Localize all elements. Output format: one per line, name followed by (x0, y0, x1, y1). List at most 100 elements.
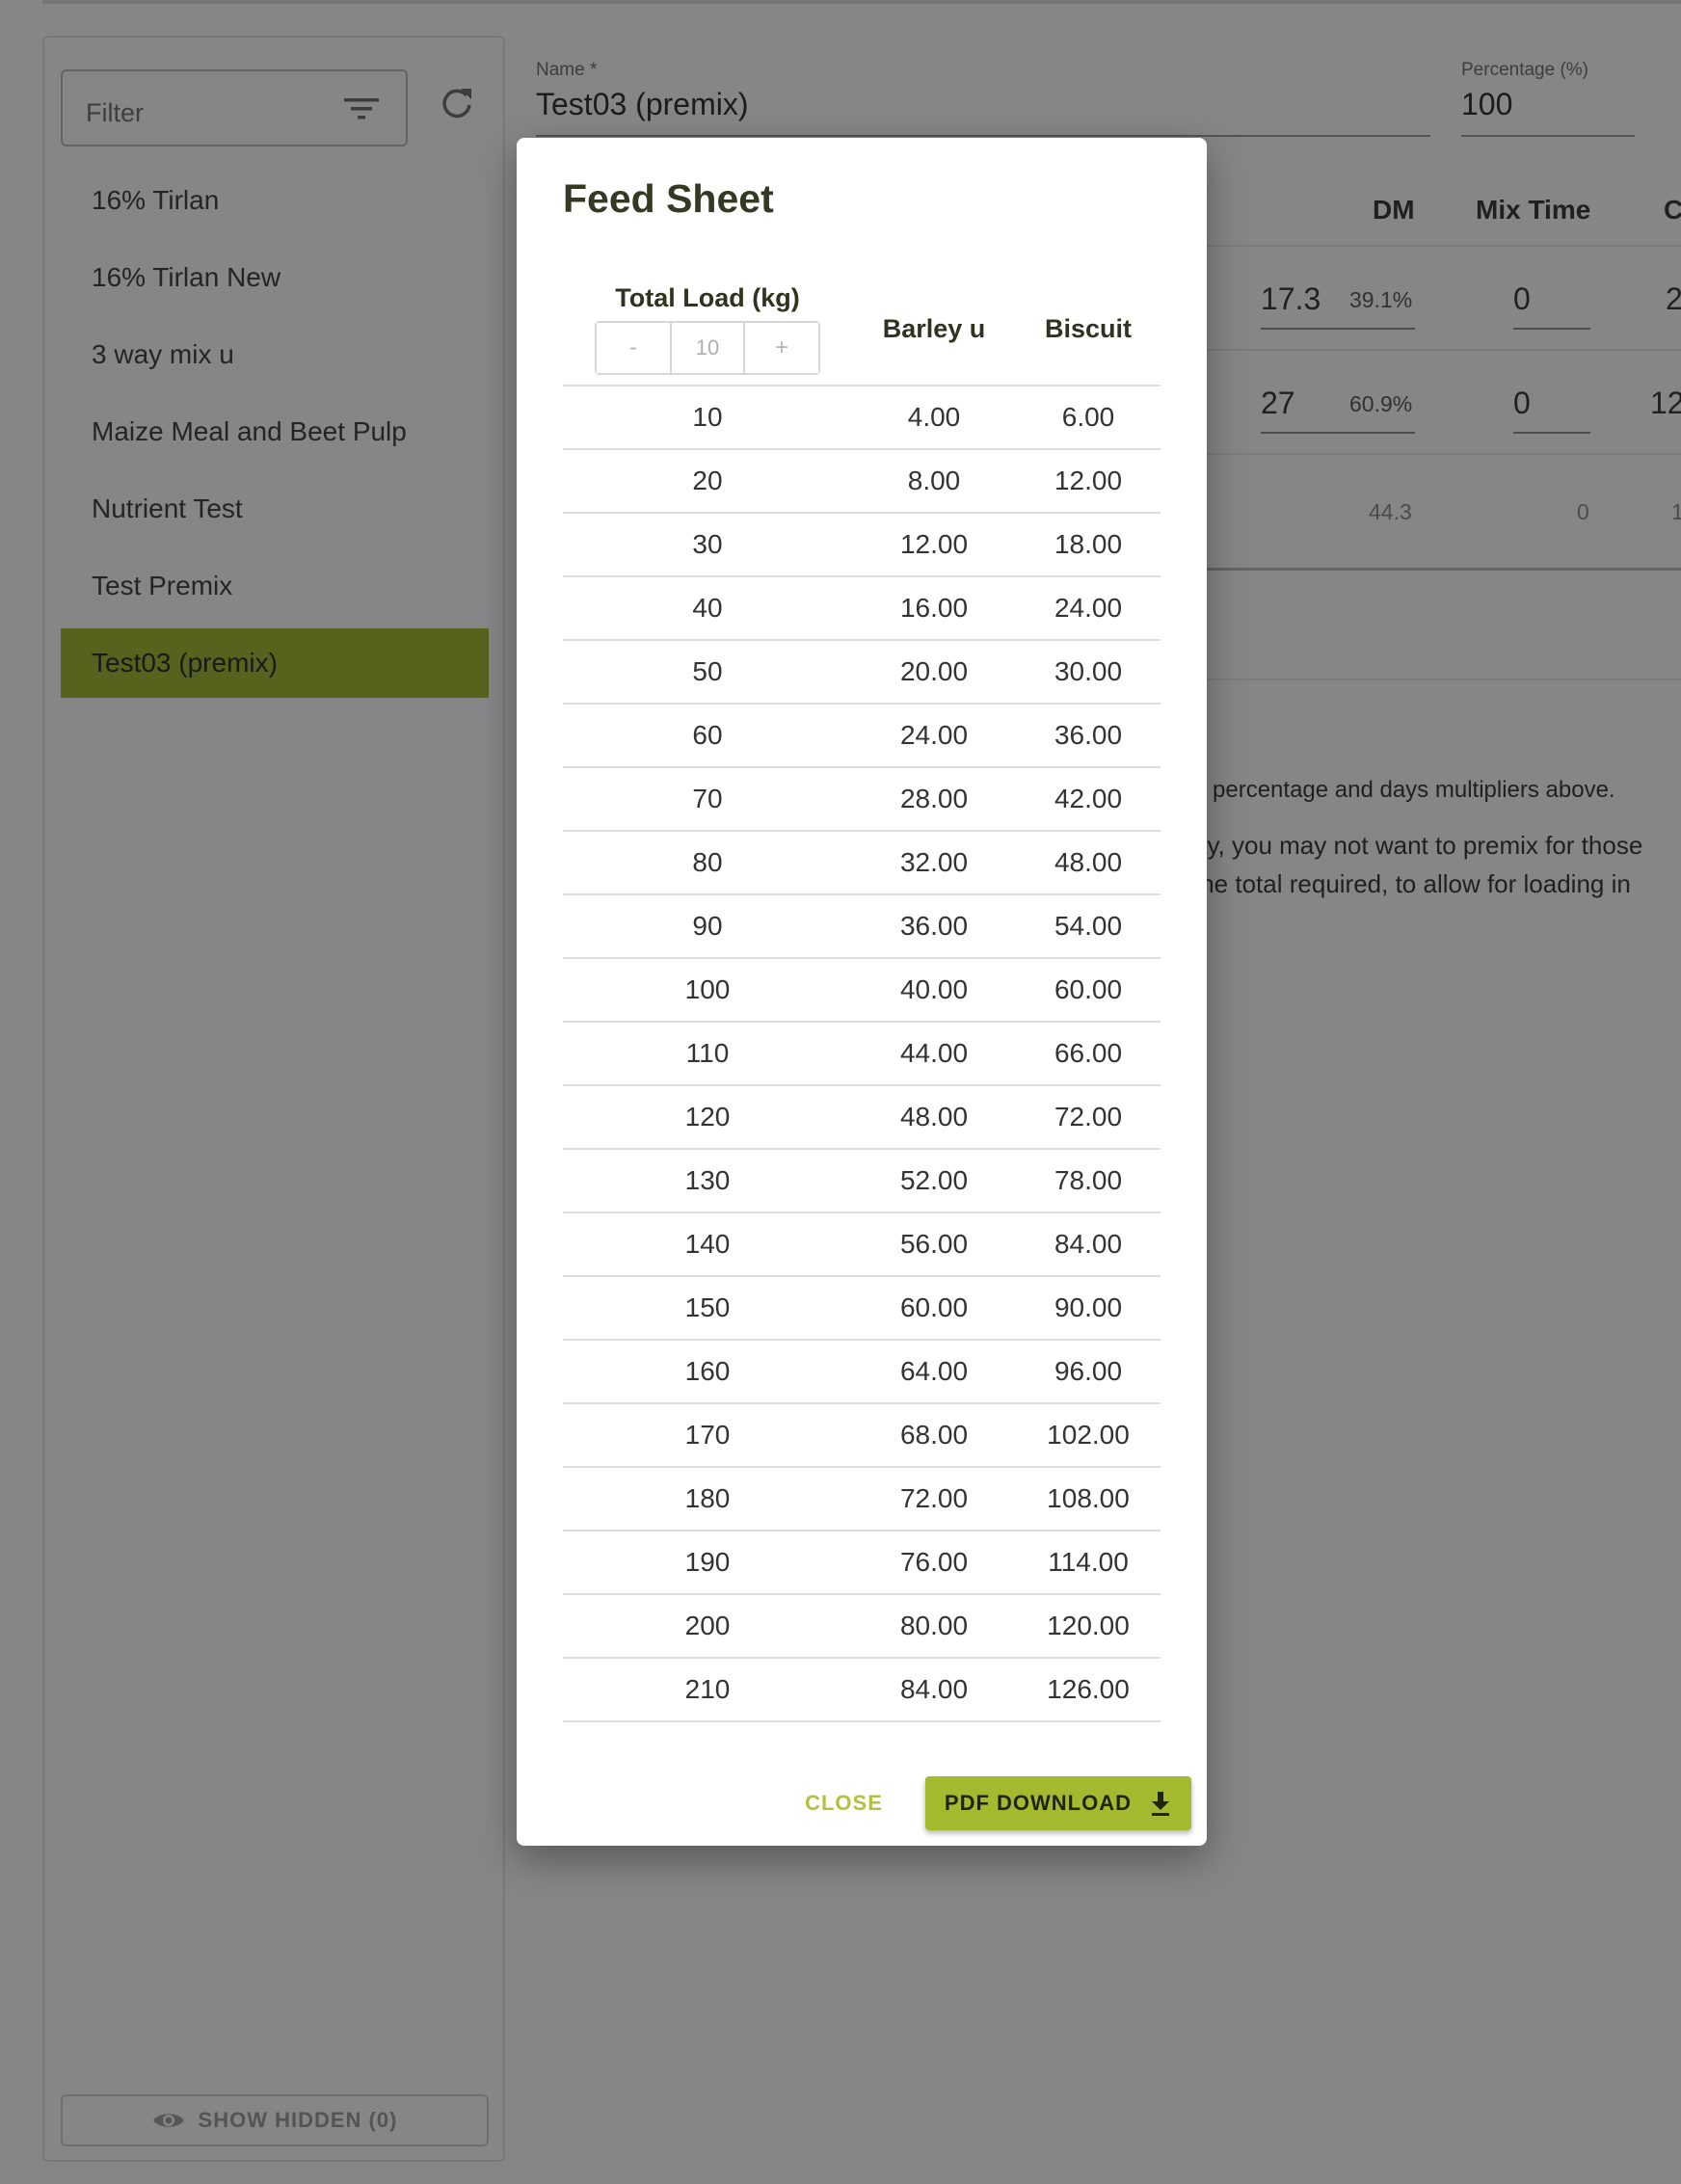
biscuit-cell: 90.00 (1016, 1276, 1161, 1341)
total-load-cell: 30 (563, 513, 852, 577)
table-row: 50 20.00 30.00 (563, 640, 1161, 705)
close-button[interactable]: CLOSE (805, 1791, 883, 1816)
barley-cell: 64.00 (852, 1340, 1016, 1404)
dialog-actions: CLOSE PDF DOWNLOAD (805, 1776, 1191, 1830)
barley-cell: 16.00 (852, 576, 1016, 641)
total-load-cell: 200 (563, 1594, 852, 1659)
barley-cell: 44.00 (852, 1022, 1016, 1086)
biscuit-cell: 78.00 (1016, 1149, 1161, 1213)
barley-cell: 20.00 (852, 640, 1016, 705)
dialog-title: Feed Sheet (563, 176, 774, 221)
total-load-cell: 110 (563, 1022, 852, 1086)
biscuit-cell: 120.00 (1016, 1594, 1161, 1659)
barley-cell: 56.00 (852, 1212, 1016, 1277)
table-row: 100 40.00 60.00 (563, 958, 1161, 1023)
table-row: 160 64.00 96.00 (563, 1340, 1161, 1404)
total-load-cell: 20 (563, 449, 852, 514)
biscuit-cell: 36.00 (1016, 704, 1161, 768)
biscuit-cell: 126.00 (1016, 1658, 1161, 1722)
biscuit-cell: 108.00 (1016, 1467, 1161, 1531)
download-icon (1152, 1792, 1169, 1816)
table-row: 190 76.00 114.00 (563, 1531, 1161, 1595)
table-row: 170 68.00 102.00 (563, 1403, 1161, 1468)
table-row: 150 60.00 90.00 (563, 1276, 1161, 1341)
total-load-cell: 90 (563, 894, 852, 959)
total-load-cell: 130 (563, 1149, 852, 1213)
biscuit-header: Biscuit (1016, 273, 1161, 386)
table-row: 110 44.00 66.00 (563, 1022, 1161, 1086)
pdf-download-label: PDF DOWNLOAD (944, 1791, 1132, 1815)
total-load-cell: 100 (563, 958, 852, 1023)
total-load-header: Total Load (kg) - + (563, 273, 852, 386)
table-row: 80 32.00 48.00 (563, 831, 1161, 895)
table-header-row: Total Load (kg) - + Barley u Biscuit (563, 273, 1161, 386)
biscuit-cell: 84.00 (1016, 1212, 1161, 1277)
barley-header: Barley u (852, 273, 1016, 386)
biscuit-cell: 12.00 (1016, 449, 1161, 514)
biscuit-cell: 6.00 (1016, 386, 1161, 450)
barley-cell: 28.00 (852, 767, 1016, 832)
total-load-cell: 190 (563, 1531, 852, 1595)
total-load-cell: 70 (563, 767, 852, 832)
table-row: 130 52.00 78.00 (563, 1149, 1161, 1213)
table-row: 30 12.00 18.00 (563, 513, 1161, 577)
biscuit-cell: 96.00 (1016, 1340, 1161, 1404)
feed-sheet-rows: 10 4.00 6.00 20 8.00 12.00 30 12.00 18.00 40 16.00… (563, 386, 1161, 1722)
total-load-cell: 40 (563, 576, 852, 641)
load-stepper: - + (595, 320, 820, 375)
table-row: 120 48.00 72.00 (563, 1085, 1161, 1150)
total-load-cell: 210 (563, 1658, 852, 1722)
table-row: 60 24.00 36.00 (563, 704, 1161, 768)
total-load-cell: 80 (563, 831, 852, 895)
biscuit-cell: 24.00 (1016, 576, 1161, 641)
table-row: 20 8.00 12.00 (563, 449, 1161, 514)
total-load-cell: 150 (563, 1276, 852, 1341)
barley-cell: 12.00 (852, 513, 1016, 577)
barley-cell: 24.00 (852, 704, 1016, 768)
total-load-cell: 10 (563, 386, 852, 450)
biscuit-cell: 54.00 (1016, 894, 1161, 959)
biscuit-cell: 60.00 (1016, 958, 1161, 1023)
total-load-label: Total Load (kg) (615, 282, 800, 312)
barley-cell: 36.00 (852, 894, 1016, 959)
barley-cell: 76.00 (852, 1531, 1016, 1595)
barley-cell: 52.00 (852, 1149, 1016, 1213)
pdf-download-button[interactable]: PDF DOWNLOAD (924, 1776, 1191, 1830)
barley-cell: 72.00 (852, 1467, 1016, 1531)
feed-sheet-table: Total Load (kg) - + Barley u Biscuit 104… (563, 273, 1161, 1722)
total-load-cell: 160 (563, 1340, 852, 1404)
total-load-cell: 60 (563, 704, 852, 768)
barley-cell: 60.00 (852, 1276, 1016, 1341)
table-row: 90 36.00 54.00 (563, 894, 1161, 959)
barley-cell: 8.00 (852, 449, 1016, 514)
total-load-cell: 180 (563, 1467, 852, 1531)
barley-cell: 32.00 (852, 831, 1016, 895)
total-load-cell: 170 (563, 1403, 852, 1468)
biscuit-cell: 48.00 (1016, 831, 1161, 895)
barley-cell: 48.00 (852, 1085, 1016, 1150)
decrement-button[interactable]: - (597, 322, 670, 373)
biscuit-cell: 72.00 (1016, 1085, 1161, 1150)
barley-cell: 84.00 (852, 1658, 1016, 1722)
load-step-input[interactable] (670, 322, 745, 373)
biscuit-cell: 30.00 (1016, 640, 1161, 705)
biscuit-cell: 42.00 (1016, 767, 1161, 832)
barley-cell: 68.00 (852, 1403, 1016, 1468)
table-row: 70 28.00 42.00 (563, 767, 1161, 832)
table-row: 200 80.00 120.00 (563, 1594, 1161, 1659)
total-load-cell: 120 (563, 1085, 852, 1150)
barley-cell: 4.00 (852, 386, 1016, 450)
increment-button[interactable]: + (745, 322, 818, 373)
barley-cell: 80.00 (852, 1594, 1016, 1659)
total-load-cell: 50 (563, 640, 852, 705)
biscuit-cell: 114.00 (1016, 1531, 1161, 1595)
table-row: 180 72.00 108.00 (563, 1467, 1161, 1531)
table-row: 40 16.00 24.00 (563, 576, 1161, 641)
biscuit-cell: 18.00 (1016, 513, 1161, 577)
table-row: 210 84.00 126.00 (563, 1658, 1161, 1722)
feed-sheet-dialog: Feed Sheet Total Load (kg) - + Barley u … (517, 138, 1207, 1846)
table-row: 140 56.00 84.00 (563, 1212, 1161, 1277)
biscuit-cell: 66.00 (1016, 1022, 1161, 1086)
biscuit-cell: 102.00 (1016, 1403, 1161, 1468)
total-load-cell: 140 (563, 1212, 852, 1277)
